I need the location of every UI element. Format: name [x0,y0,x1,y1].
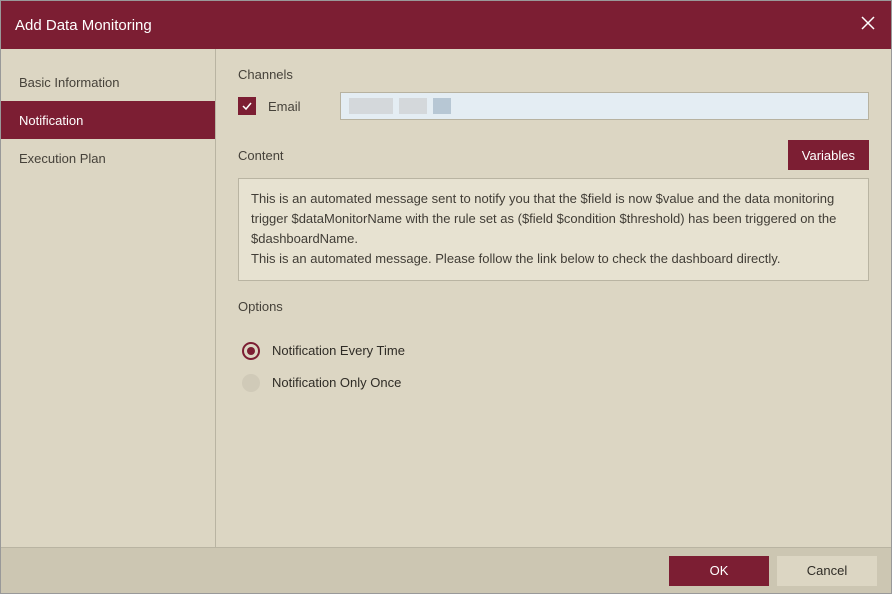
sidebar-item-label: Notification [19,113,83,128]
sidebar-item-label: Execution Plan [19,151,106,166]
option-only-once[interactable]: Notification Only Once [238,374,869,392]
close-button[interactable] [859,14,877,37]
channels-heading: Channels [238,67,869,82]
variables-button[interactable]: Variables [788,140,869,170]
dialog-body: Basic Information Notification Execution… [1,49,891,547]
sidebar-item-notification[interactable]: Notification [1,101,215,139]
redacted-content [347,93,862,119]
sidebar-item-label: Basic Information [19,75,119,90]
radio-every-time[interactable] [242,342,260,360]
options-heading: Options [238,299,869,314]
titlebar: Add Data Monitoring [1,1,891,49]
main-panel: Channels Email Content Variables [216,49,891,547]
dialog-title: Add Data Monitoring [15,17,152,34]
footer: OK Cancel [1,547,891,593]
dialog: Add Data Monitoring Basic Information No… [0,0,892,594]
radio-dot-icon [247,347,255,355]
sidebar: Basic Information Notification Execution… [1,49,216,547]
radio-only-once[interactable] [242,374,260,392]
cancel-button[interactable]: Cancel [777,556,877,586]
sidebar-item-basic-information[interactable]: Basic Information [1,63,215,101]
content-header: Content Variables [238,140,869,170]
email-input[interactable] [340,92,869,120]
options-group: Notification Every Time Notification Onl… [238,324,869,392]
option-every-time[interactable]: Notification Every Time [238,342,869,360]
content-line-1: This is an automated message sent to not… [251,189,856,249]
channel-email-row: Email [238,92,869,120]
email-checkbox[interactable] [238,97,256,115]
close-icon [859,14,877,32]
content-textarea[interactable]: This is an automated message sent to not… [238,178,869,281]
email-label: Email [268,99,328,114]
content-line-2: This is an automated message. Please fol… [251,249,856,269]
content-heading: Content [238,148,284,163]
ok-button[interactable]: OK [669,556,769,586]
option-label: Notification Every Time [272,343,405,358]
sidebar-item-execution-plan[interactable]: Execution Plan [1,139,215,177]
check-icon [241,100,253,112]
option-label: Notification Only Once [272,375,401,390]
